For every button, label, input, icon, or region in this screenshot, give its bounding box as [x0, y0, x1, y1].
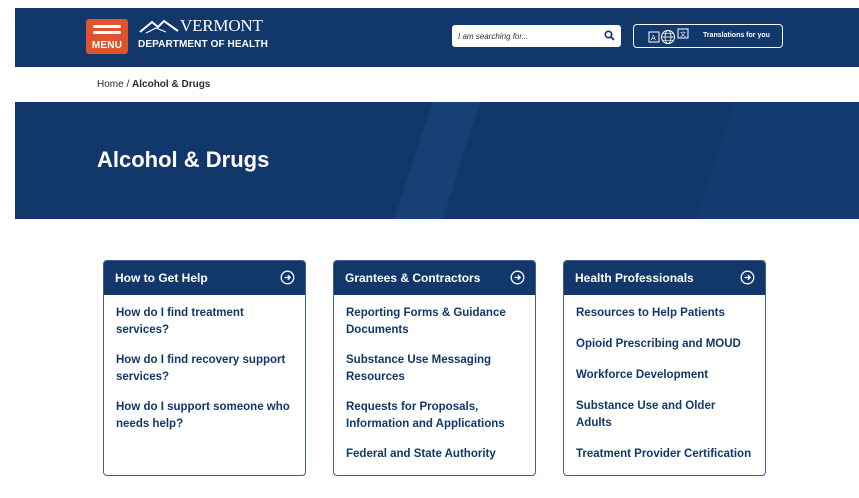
vermont-health-logo[interactable]: VERMONT DEPARTMENT OF HEALTH	[138, 16, 268, 57]
translate-globe-icon: A 文	[648, 28, 689, 44]
list-item: Substance Use and Older Adults	[576, 398, 753, 432]
card-link[interactable]: How do I find treatment services?	[116, 305, 293, 339]
list-item: Treatment Provider Certification	[576, 446, 753, 463]
site-header: MENU VERMONT DEPARTMENT OF HEALTH A 文 Tr…	[15, 8, 859, 67]
card-link[interactable]: How do I support someone who needs help?	[116, 399, 293, 433]
card-grantees-contractors: Grantees & Contractors Reporting Forms &…	[333, 260, 536, 476]
list-item: Workforce Development	[576, 367, 753, 384]
card-title[interactable]: Health Professionals	[575, 271, 694, 285]
svg-text:文: 文	[680, 31, 686, 39]
hamburger-icon	[93, 25, 121, 28]
card-link[interactable]: Substance Use Messaging Resources	[346, 352, 523, 386]
hero-banner: Alcohol & Drugs	[15, 102, 859, 219]
arrow-circle-right-icon[interactable]	[280, 270, 295, 285]
card-title[interactable]: Grantees & Contractors	[345, 271, 480, 285]
translations-button[interactable]: A 文 Translations for you	[633, 24, 783, 48]
breadcrumb-separator: /	[123, 79, 133, 90]
card-health-professionals: Health Professionals Resources to Help P…	[563, 260, 766, 476]
list-item: Substance Use Messaging Resources	[346, 352, 523, 386]
list-item: Requests for Proposals, Information and …	[346, 399, 523, 433]
arrow-circle-right-icon[interactable]	[740, 270, 755, 285]
card-link[interactable]: Substance Use and Older Adults	[576, 398, 753, 432]
arrow-circle-right-icon[interactable]	[510, 270, 525, 285]
list-item: How do I find treatment services?	[116, 305, 293, 339]
logo-department-name: DEPARTMENT OF HEALTH	[138, 39, 268, 50]
mountain-logo-icon	[139, 19, 179, 34]
menu-label: MENU	[91, 40, 123, 51]
card-link-list: How do I find treatment services? How do…	[104, 295, 305, 433]
card-link[interactable]: Requests for Proposals, Information and …	[346, 399, 523, 433]
list-item: Opioid Prescribing and MOUD	[576, 336, 753, 353]
breadcrumb-current: Alcohol & Drugs	[132, 79, 211, 90]
card-title[interactable]: How to Get Help	[115, 271, 208, 285]
card-header[interactable]: Health Professionals	[564, 261, 765, 295]
list-item: How do I find recovery support services?	[116, 352, 293, 386]
logo-state-name: VERMONT	[180, 16, 263, 35]
list-item: Reporting Forms & Guidance Documents	[346, 305, 523, 339]
card-link[interactable]: Treatment Provider Certification	[576, 446, 753, 463]
search-input[interactable]	[452, 25, 597, 47]
hamburger-icon	[93, 31, 121, 34]
search-box	[452, 25, 621, 47]
list-item: How do I support someone who needs help?	[116, 399, 293, 433]
hero-decoration	[390, 102, 484, 219]
menu-button[interactable]: MENU	[86, 19, 128, 54]
card-header[interactable]: Grantees & Contractors	[334, 261, 535, 295]
card-link[interactable]: Reporting Forms & Guidance Documents	[346, 305, 523, 339]
translations-label: Translations for you	[703, 32, 770, 39]
card-link-list: Resources to Help Patients Opioid Prescr…	[564, 295, 765, 463]
list-item: Federal and State Authority	[346, 446, 523, 463]
page-title: Alcohol & Drugs	[97, 147, 270, 172]
svg-text:A: A	[651, 34, 656, 42]
card-link[interactable]: Federal and State Authority	[346, 446, 523, 463]
card-link[interactable]: Resources to Help Patients	[576, 305, 753, 322]
card-link[interactable]: Opioid Prescribing and MOUD	[576, 336, 753, 353]
breadcrumb: Home / Alcohol & Drugs	[97, 79, 210, 90]
search-icon[interactable]	[604, 30, 615, 41]
breadcrumb-home-link[interactable]: Home	[97, 79, 124, 90]
list-item: Resources to Help Patients	[576, 305, 753, 322]
card-link[interactable]: Workforce Development	[576, 367, 753, 384]
card-link[interactable]: How do I find recovery support services?	[116, 352, 293, 386]
card-how-to-get-help: How to Get Help How do I find treatment …	[103, 260, 306, 476]
card-header[interactable]: How to Get Help	[104, 261, 305, 295]
card-link-list: Reporting Forms & Guidance Documents Sub…	[334, 295, 535, 463]
hero-decoration	[692, 102, 859, 219]
